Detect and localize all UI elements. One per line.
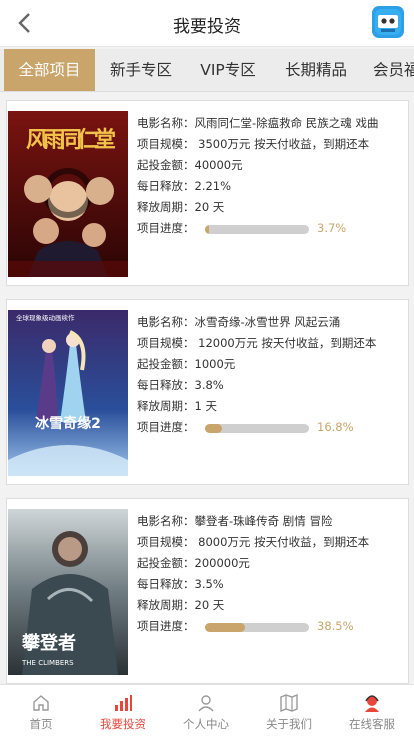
tabbar-home[interactable]: 首页: [0, 685, 82, 739]
tabbar-invest[interactable]: 我要投资: [82, 685, 164, 739]
progress-label: 项目进度：: [137, 221, 195, 235]
tabbar-profile-label: 个人中心: [183, 717, 229, 731]
map-icon: [280, 693, 298, 713]
project-card[interactable]: 风雨同仁堂 电影名称：风雨同仁堂-除瘟救命 民族之魂 戏曲 项目规模： 3500…: [6, 100, 409, 286]
progress-percent: 38.5%: [317, 619, 354, 633]
daily-release: 每日释放：3.8%: [137, 378, 224, 392]
progress-row: 项目进度： 38.5%: [137, 616, 405, 637]
tabbar-about-label: 关于我们: [266, 717, 312, 731]
project-scale: 项目规模： 3500万元 按天付收益，到期还本: [137, 137, 370, 151]
daily-release: 每日释放：2.21%: [137, 179, 232, 193]
movie-name: 电影名称：攀登者-珠峰传奇 剧情 冒险: [137, 514, 333, 528]
movie-poster[interactable]: 全球现象级动画续作 冰雪奇缘2: [8, 310, 128, 476]
progress-fill: [205, 225, 209, 234]
poster-title: 风雨同仁堂: [26, 127, 116, 153]
min-investment: 起投金额：40000元: [137, 158, 243, 172]
progress-label: 项目进度：: [137, 420, 195, 434]
tab-member[interactable]: 会员福: [363, 49, 414, 91]
project-card[interactable]: 攀登者 THE CLIMBERS 电影名称：攀登者-珠峰传奇 剧情 冒险 项目规…: [6, 498, 409, 684]
poster-title: 攀登者: [21, 632, 76, 654]
support-agent-icon: [365, 695, 379, 712]
movie-name: 电影名称：冰雪奇缘-冰雪世界 风起云涌: [137, 315, 341, 329]
progress-bar: [205, 225, 309, 234]
top-bar: 我要投资: [0, 0, 414, 47]
tabbar-invest-label: 我要投资: [100, 717, 146, 731]
daily-release: 每日释放：3.5%: [137, 577, 224, 591]
movie-poster[interactable]: 攀登者 THE CLIMBERS: [8, 509, 128, 675]
poster-tagline: THE CLIMBERS: [21, 659, 74, 667]
chart-icon: [115, 695, 132, 711]
tabbar-support[interactable]: 在线客服: [331, 685, 413, 739]
poster-title: 冰雪奇缘2: [35, 415, 101, 432]
progress-bar: [205, 424, 309, 433]
project-info: 电影名称：风雨同仁堂-除瘟救命 民族之魂 戏曲 项目规模： 3500万元 按天付…: [137, 113, 405, 239]
progress-row: 项目进度： 3.7%: [137, 218, 405, 239]
tabbar-support-label: 在线客服: [349, 717, 395, 731]
tabbar-profile[interactable]: 个人中心: [165, 685, 247, 739]
user-icon: [198, 695, 214, 712]
home-icon: [33, 695, 49, 711]
category-tabs: 全部项目 新手专区 VIP专区 长期精品 会员福: [0, 49, 414, 92]
project-info: 电影名称：冰雪奇缘-冰雪世界 风起云涌 项目规模： 12000万元 按天付收益，…: [137, 312, 405, 438]
progress-fill: [205, 424, 223, 433]
bottom-tab-bar: 首页 我要投资 个人中心 关于我们 在线客服: [0, 684, 414, 739]
min-investment: 起投金额：1000元: [137, 357, 236, 371]
tab-all-projects[interactable]: 全部项目: [4, 49, 95, 91]
release-cycle: 释放周期：1 天: [137, 399, 217, 413]
tabbar-home-label: 首页: [29, 717, 53, 731]
progress-fill: [205, 623, 246, 632]
project-scale: 项目规模： 8000万元 按天付收益，到期还本: [137, 535, 370, 549]
tab-newbie[interactable]: 新手专区: [97, 49, 185, 91]
progress-bar: [205, 623, 309, 632]
project-info: 电影名称：攀登者-珠峰传奇 剧情 冒险 项目规模： 8000万元 按天付收益，到…: [137, 511, 405, 637]
app-launcher-icon[interactable]: [372, 6, 404, 38]
progress-row: 项目进度： 16.8%: [137, 417, 405, 438]
project-card[interactable]: 全球现象级动画续作 冰雪奇缘2 电影名称：冰雪奇缘-冰雪世界 风起云涌 项目规模…: [6, 299, 409, 485]
progress-percent: 3.7%: [317, 221, 347, 235]
release-cycle: 释放周期：20 天: [137, 598, 225, 612]
progress-label: 项目进度：: [137, 619, 195, 633]
poster-tagline: 全球现象级动画续作: [16, 313, 75, 322]
progress-percent: 16.8%: [317, 420, 354, 434]
project-scale: 项目规模： 12000万元 按天付收益，到期还本: [137, 336, 377, 350]
tab-vip[interactable]: VIP专区: [187, 49, 269, 91]
page-title: 我要投资: [173, 17, 241, 37]
release-cycle: 释放周期：20 天: [137, 200, 225, 214]
tabbar-about[interactable]: 关于我们: [248, 685, 330, 739]
movie-poster[interactable]: 风雨同仁堂: [8, 111, 128, 277]
min-investment: 起投金额：200000元: [137, 556, 250, 570]
movie-name: 电影名称：风雨同仁堂-除瘟救命 民族之魂 戏曲: [137, 116, 379, 130]
tab-long-term[interactable]: 长期精品: [271, 49, 361, 91]
